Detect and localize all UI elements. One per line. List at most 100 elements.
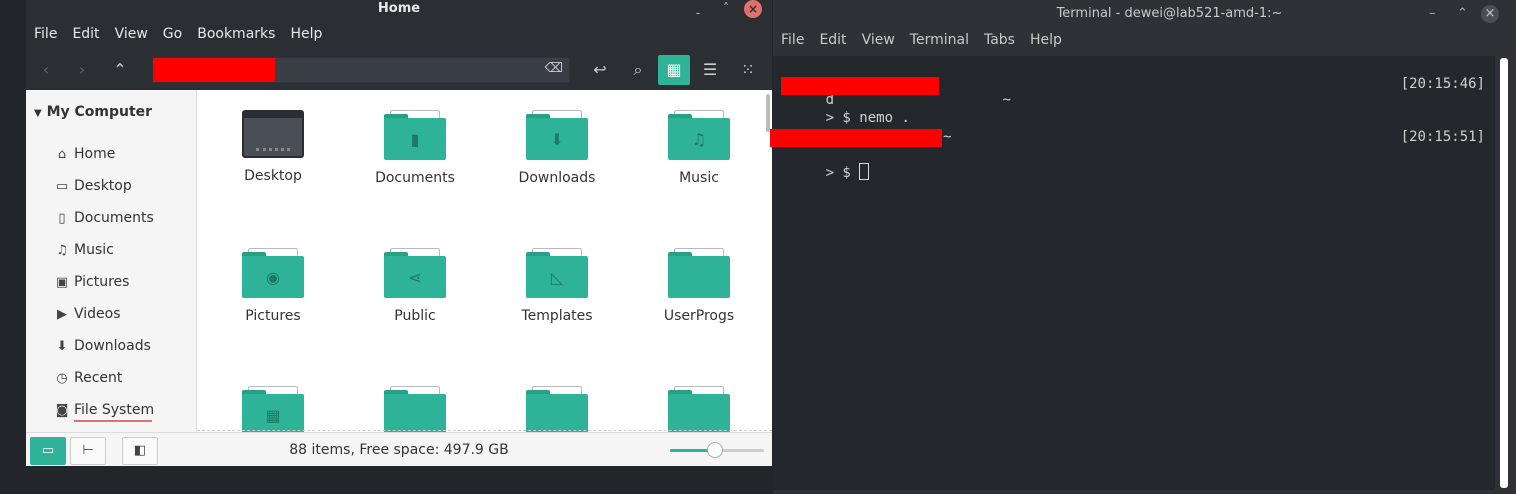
menu-go[interactable]: Go: [155, 24, 189, 46]
sidebar-collapse-icon: ◧: [133, 443, 147, 458]
file-label: UserProgs: [663, 308, 735, 324]
forward-button[interactable]: ›: [66, 55, 98, 85]
public-folder-icon: ⋖: [384, 248, 446, 298]
prompt-path: ~: [994, 92, 1011, 108]
file-label: Documents: [375, 170, 455, 186]
sidebar-item-videos[interactable]: ▶ Videos: [52, 303, 121, 325]
clear-location-icon[interactable]: ⌫: [545, 61, 563, 76]
templates-folder-icon: ◺: [526, 248, 588, 298]
prompt-path: ~: [943, 129, 952, 145]
text-cursor: [859, 163, 870, 180]
show-tree-button[interactable]: ⊢: [70, 437, 106, 465]
prompt-symbol: > $: [825, 110, 860, 126]
file-item-desktop[interactable]: Desktop: [202, 110, 344, 184]
up-button[interactable]: ⌃: [104, 55, 136, 85]
toolbar: ‹ › ⌃ ⌫ ↩ ⌕ ▦ ☰ ⁙: [26, 55, 772, 87]
menu-view[interactable]: View: [107, 24, 155, 46]
menu-help[interactable]: Help: [1022, 32, 1069, 48]
menu-tabs[interactable]: Tabs: [976, 32, 1022, 48]
window-title: Home: [377, 1, 421, 16]
sidebar-item-label: Downloads: [74, 338, 151, 354]
terminal-line: > $: [775, 147, 870, 197]
maximize-button[interactable]: ˄: [718, 0, 734, 16]
file-item-downloads[interactable]: ⬇ Downloads: [486, 110, 628, 186]
redacted-path: [153, 58, 275, 82]
clock-icon: ◷: [56, 370, 68, 386]
documents-folder-icon: ▮: [384, 110, 446, 160]
list-view-button[interactable]: ☰: [694, 55, 726, 85]
zoom-slider[interactable]: [670, 442, 764, 458]
sidebar-item-downloads[interactable]: ⬇ Downloads: [52, 335, 151, 357]
timestamp: [20:15:46]: [1400, 76, 1485, 92]
minimize-button[interactable]: –: [1429, 6, 1436, 21]
music-folder-icon: ♫: [668, 110, 730, 160]
folder-icon: [668, 248, 730, 298]
file-item-userprogs[interactable]: UserProgs: [628, 248, 770, 324]
close-button[interactable]: ×: [744, 0, 762, 18]
chevron-left-icon: ‹: [42, 60, 50, 79]
video-icon: ▶: [57, 306, 67, 322]
compact-view-button[interactable]: ⁙: [732, 55, 764, 85]
zoom-slider-handle[interactable]: [707, 442, 724, 458]
file-label: Desktop: [244, 168, 302, 184]
chevron-up-icon: ⌃: [113, 60, 127, 79]
file-item[interactable]: [486, 386, 628, 432]
icon-view-button[interactable]: ▦: [658, 55, 690, 85]
file-item-documents[interactable]: ▮ Documents: [344, 110, 486, 186]
close-button[interactable]: ×: [1481, 5, 1499, 23]
videos-folder-icon: ▦: [242, 386, 304, 432]
file-item-public[interactable]: ⋖ Public: [344, 248, 486, 324]
sidebar-item-file-system[interactable]: ◙ File System: [52, 399, 154, 421]
hide-sidebar-button[interactable]: ◧: [122, 437, 158, 465]
menu-terminal[interactable]: Terminal: [902, 32, 976, 48]
file-item[interactable]: [344, 386, 486, 432]
file-item[interactable]: [628, 386, 770, 432]
terminal-title: Terminal - dewei@lab521-amd-1:~: [1056, 6, 1283, 21]
file-manager-window: Home ˍ ˄ × File Edit View Go Bookmarks H…: [26, 0, 772, 466]
file-label: Downloads: [518, 170, 596, 186]
compact-grid-icon: ⁙: [741, 60, 755, 79]
menu-edit[interactable]: Edit: [64, 24, 106, 46]
file-item-videos[interactable]: ▦: [202, 386, 344, 432]
file-item-templates[interactable]: ◺ Templates: [486, 248, 628, 324]
desktop-icon: ▭: [55, 178, 69, 194]
menu-view[interactable]: View: [854, 32, 902, 48]
file-item-music[interactable]: ♫ Music: [628, 110, 770, 186]
file-view[interactable]: Desktop ▮ Documents ⬇ Downloads ♫ Music …: [197, 90, 772, 432]
file-label: Music: [679, 170, 719, 186]
toggle-location-button[interactable]: ↩: [584, 55, 616, 85]
drive-icon: ◙: [55, 402, 69, 418]
folder-icon: [526, 386, 588, 432]
location-bar[interactable]: ⌫: [152, 57, 570, 83]
sidebar-item-recent[interactable]: ◷ Recent: [52, 367, 122, 389]
menu-file[interactable]: File: [773, 32, 811, 48]
minimize-button[interactable]: ˍ: [690, 0, 706, 16]
back-button[interactable]: ‹: [30, 55, 62, 85]
show-places-button[interactable]: ▭: [30, 437, 66, 465]
terminal-scrollbar[interactable]: [1500, 58, 1508, 488]
search-button[interactable]: ⌕: [622, 55, 654, 85]
sidebar-item-music[interactable]: ♫ Music: [52, 239, 114, 261]
folder-icon: [668, 386, 730, 432]
downloads-folder-icon: ⬇: [526, 110, 588, 160]
maximize-button[interactable]: ⌃: [1457, 6, 1468, 21]
menu-bookmarks[interactable]: Bookmarks: [189, 24, 282, 46]
command-text: nemo .: [859, 110, 910, 126]
sidebar-item-label: File System: [74, 402, 155, 418]
return-icon: ↩: [593, 60, 607, 79]
sidebar-item-desktop[interactable]: ▭ Desktop: [52, 175, 132, 197]
sidebar-section-header[interactable]: ▼ My Computer: [34, 104, 152, 120]
sidebar-item-label: Videos: [74, 306, 121, 322]
status-bar: ▭ ⊢ ◧ 88 items, Free space: 497.9 GB: [26, 432, 772, 466]
menu-help[interactable]: Help: [282, 24, 329, 46]
sidebar-item-pictures[interactable]: ▣ Pictures: [52, 271, 130, 293]
sidebar-item-home[interactable]: ⌂ Home: [52, 143, 115, 165]
file-item-pictures[interactable]: ◉ Pictures: [202, 248, 344, 324]
file-label: Pictures: [245, 308, 301, 324]
sidebar-item-documents[interactable]: ▯ Documents: [52, 207, 153, 229]
titlebar[interactable]: Home ˍ ˄ ×: [26, 0, 772, 20]
terminal-output[interactable]: d ~ [20:15:46] > $ nemo . ~ [20:15:51] >…: [770, 56, 1495, 490]
menu-file[interactable]: File: [26, 24, 64, 46]
menu-edit[interactable]: Edit: [811, 32, 853, 48]
search-icon: ⌕: [633, 60, 643, 79]
